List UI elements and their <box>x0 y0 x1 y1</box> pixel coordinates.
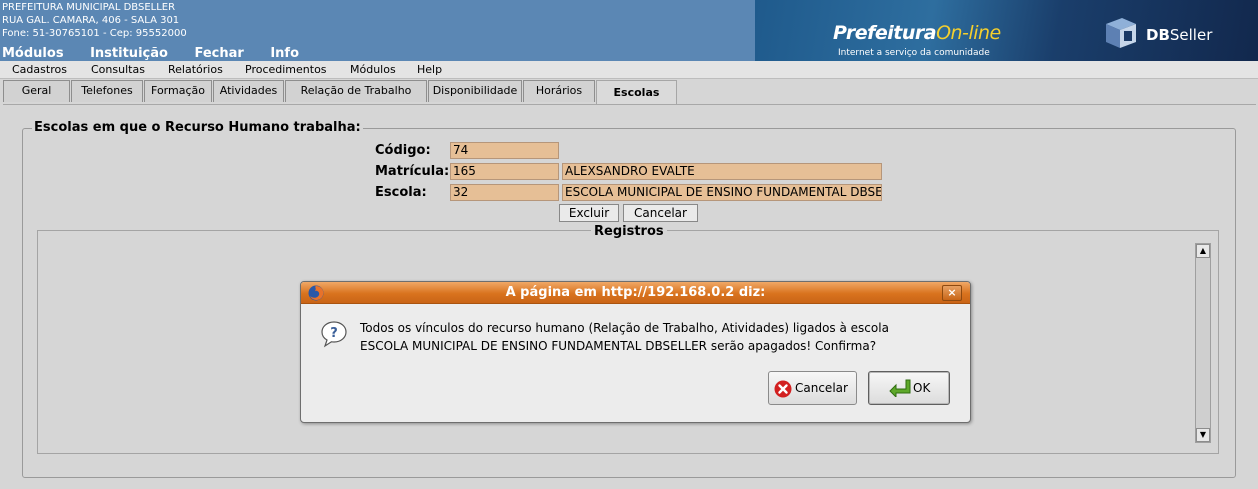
menu-modulos[interactable]: Módulos <box>350 63 396 76</box>
logo-banner: PrefeituraOn-line Internet a serviço da … <box>755 0 1258 61</box>
tab-disponibilidade[interactable]: Disponibilidade <box>428 80 522 102</box>
organization-info: PREFEITURA MUNICIPAL DBSELLER RUA GAL. C… <box>2 1 187 40</box>
dbseller-logo: DBSeller <box>1100 12 1218 50</box>
tab-telefones[interactable]: Telefones <box>71 80 143 102</box>
cancelar-button[interactable]: Cancelar <box>623 204 698 222</box>
menu-help[interactable]: Help <box>417 63 442 76</box>
org-address: RUA GAL. CAMARA, 406 - SALA 301 <box>2 15 180 26</box>
close-icon[interactable]: × <box>942 285 962 301</box>
menu-cadastros[interactable]: Cadastros <box>12 63 67 76</box>
escola-name-field[interactable]: ESCOLA MUNICIPAL DE ENSINO FUNDAMENTAL D… <box>562 184 882 201</box>
scroll-down-icon[interactable]: ▼ <box>1196 428 1210 442</box>
codigo-field[interactable]: 74 <box>450 142 559 159</box>
org-phone: Fone: 51-30765101 - Cep: 95552000 <box>2 28 187 39</box>
confirm-dialog: A página em http://192.168.0.2 diz: × ? … <box>300 281 971 423</box>
app-header: PREFEITURA MUNICIPAL DBSELLER RUA GAL. C… <box>0 0 1258 61</box>
nav-instituicao[interactable]: Instituição <box>90 46 168 61</box>
logo-tagline: Internet a serviço da comunidade <box>838 48 990 58</box>
menu-consultas[interactable]: Consultas <box>91 63 145 76</box>
cancel-icon <box>774 380 792 398</box>
nav-fechar[interactable]: Fechar <box>194 46 243 61</box>
scroll-up-icon[interactable]: ▲ <box>1196 244 1210 258</box>
enter-arrow-icon <box>889 379 911 397</box>
menu-procedimentos[interactable]: Procedimentos <box>245 63 327 76</box>
question-icon: ? <box>321 321 347 348</box>
dialog-message: Todos os vínculos do recurso humano (Rel… <box>360 321 889 353</box>
escola-code-field[interactable]: 32 <box>450 184 559 201</box>
fieldset-legend: Escolas em que o Recurso Humano trabalha… <box>32 120 363 135</box>
matricula-label: Matrícula: <box>375 164 450 179</box>
excluir-button[interactable]: Excluir <box>559 204 619 222</box>
cube-icon <box>1106 18 1136 48</box>
matricula-field[interactable]: 165 <box>450 163 559 180</box>
nav-modulos[interactable]: Módulos <box>2 46 64 61</box>
escola-label: Escola: <box>375 185 427 200</box>
registros-legend: Registros <box>591 224 667 239</box>
dialog-title: A página em http://192.168.0.2 diz: <box>505 285 766 300</box>
org-name: PREFEITURA MUNICIPAL DBSELLER <box>2 2 176 13</box>
registros-scrollbar[interactable]: ▲ ▼ <box>1195 243 1211 443</box>
tab-formacao[interactable]: Formação <box>144 80 212 102</box>
tab-relacao-de-trabalho[interactable]: Relação de Trabalho <box>285 80 427 102</box>
tab-escolas[interactable]: Escolas <box>596 80 677 104</box>
menu-relatorios[interactable]: Relatórios <box>168 63 223 76</box>
tab-atividades[interactable]: Atividades <box>213 80 284 102</box>
menu-bar: Cadastros Consultas Relatórios Procedime… <box>0 61 1258 79</box>
tab-geral[interactable]: Geral <box>3 80 70 102</box>
svg-text:?: ? <box>330 326 338 341</box>
top-navigation: Módulos Instituição Fechar Info <box>2 46 321 61</box>
dialog-cancel-button[interactable]: Cancelar <box>768 371 857 405</box>
dialog-titlebar[interactable]: A página em http://192.168.0.2 diz: × <box>301 282 970 304</box>
codigo-label: Código: <box>375 143 431 158</box>
dialog-ok-button[interactable]: OK <box>868 371 950 405</box>
prefeitura-online-logo: PrefeituraOn-line <box>833 22 1001 44</box>
nav-info[interactable]: Info <box>270 46 299 61</box>
matricula-name-field[interactable]: ALEXSANDRO EVALTE <box>562 163 882 180</box>
tab-horarios[interactable]: Horários <box>523 80 595 102</box>
